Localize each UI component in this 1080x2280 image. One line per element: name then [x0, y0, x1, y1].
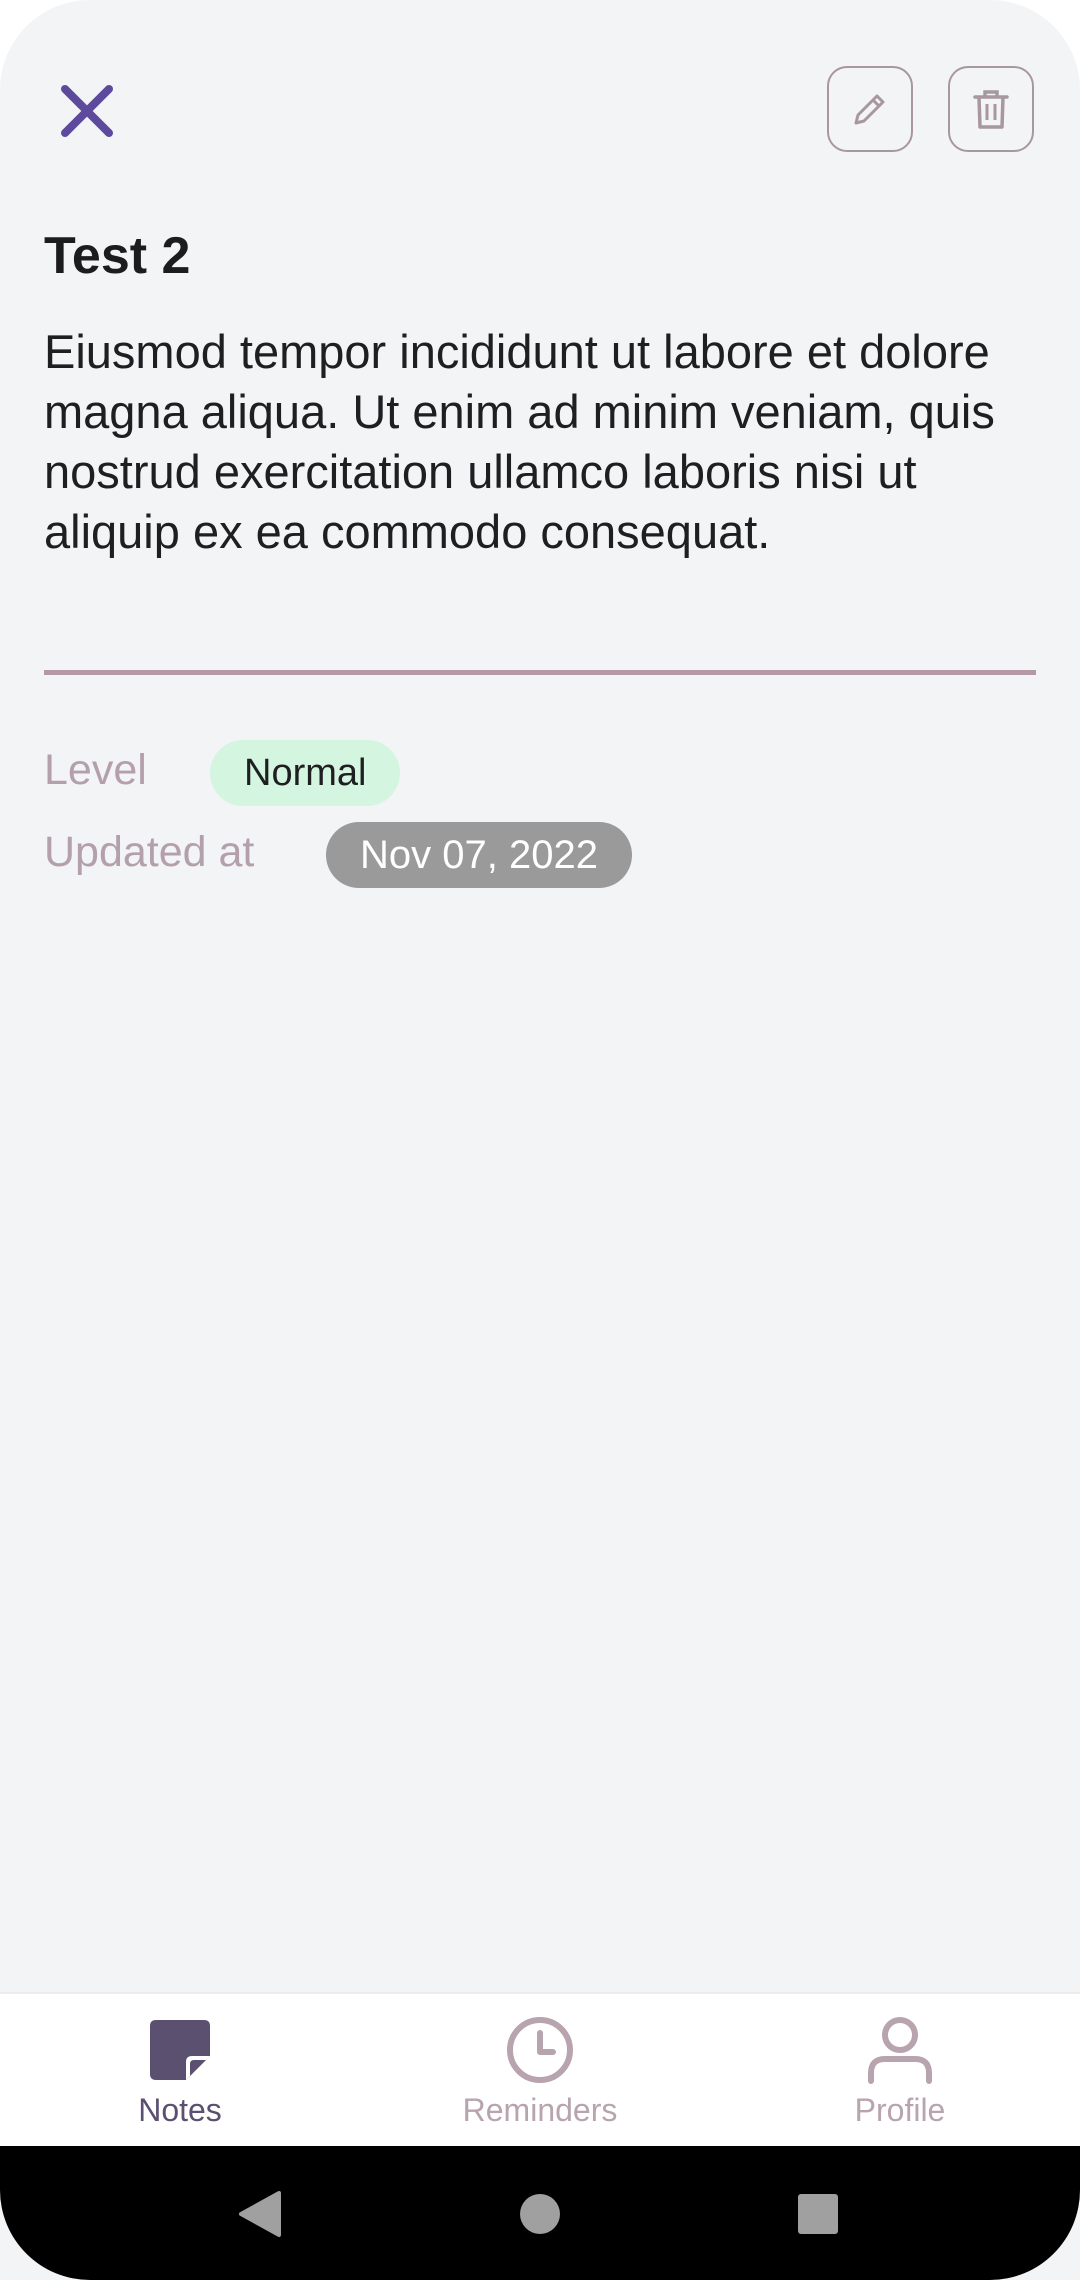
person-icon	[864, 2014, 936, 2086]
level-badge: Normal	[210, 740, 401, 806]
note-icon	[144, 2014, 216, 2086]
nav-label-reminders: Reminders	[462, 2092, 618, 2128]
clock-icon	[504, 2014, 576, 2086]
bottom-navigation: Notes Reminders Profile	[0, 1992, 1080, 2148]
recents-square-icon	[798, 2194, 838, 2234]
nav-label-notes: Notes	[138, 2092, 222, 2128]
edit-button[interactable]	[827, 66, 913, 152]
nav-item-reminders[interactable]: Reminders	[360, 1994, 720, 2148]
updated-at-label: Updated at	[44, 828, 255, 876]
updated-at-badge: Nov 07, 2022	[326, 822, 632, 888]
system-home-button[interactable]	[512, 2186, 568, 2242]
nav-label-profile: Profile	[854, 2092, 946, 2128]
trash-icon	[973, 90, 1009, 129]
level-label: Level	[44, 746, 147, 794]
note-detail-screen: Test 2 Eiusmod tempor incididunt ut labo…	[0, 0, 1080, 2280]
system-navigation-bar	[0, 2146, 1080, 2280]
note-body: Eiusmod tempor incididunt ut labore et d…	[44, 325, 995, 558]
delete-button[interactable]	[948, 66, 1034, 152]
system-back-button[interactable]	[232, 2186, 288, 2242]
note-title: Test 2	[44, 227, 191, 285]
nav-item-notes[interactable]: Notes	[0, 1994, 360, 2148]
back-triangle-icon	[239, 2191, 281, 2237]
nav-item-profile[interactable]: Profile	[720, 1994, 1080, 2148]
system-recents-button[interactable]	[790, 2186, 846, 2242]
close-button[interactable]	[52, 76, 122, 146]
divider	[44, 670, 1036, 675]
close-icon	[61, 85, 113, 137]
pencil-icon	[854, 94, 885, 125]
home-circle-icon	[520, 2194, 560, 2234]
